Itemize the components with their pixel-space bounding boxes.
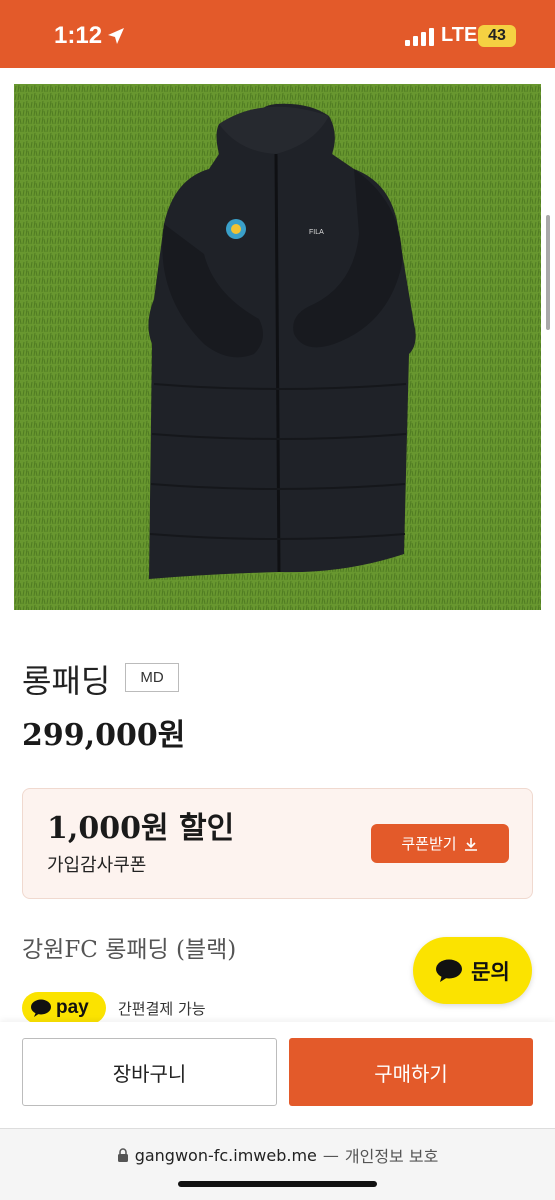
home-indicator[interactable]	[178, 1181, 377, 1187]
inquiry-label: 문의	[471, 959, 510, 984]
svg-text:FILA: FILA	[309, 229, 324, 236]
url-domain: gangwon-fc.imweb.me	[134, 1145, 317, 1165]
network-type: LTE	[441, 24, 478, 46]
product-title: 롱패딩	[22, 662, 111, 700]
coupon-button-label: 쿠폰받기	[401, 835, 457, 853]
coupon-card: 1,000원 할인 가입감사쿠폰 쿠폰받기	[22, 788, 533, 899]
status-time: 1:12	[54, 22, 103, 49]
cellular-signal-icon	[405, 28, 434, 46]
url-separator: —	[322, 1145, 339, 1165]
status-bar: 1:12 LTE 43	[0, 0, 555, 68]
download-coupon-button[interactable]: 쿠폰받기	[371, 824, 509, 863]
bottom-action-bar: 장바구니 구매하기	[0, 1022, 555, 1128]
md-badge: MD	[125, 663, 179, 692]
coupon-description: 가입감사쿠폰	[47, 855, 147, 876]
lock-icon	[117, 1147, 128, 1162]
inquiry-button[interactable]: 문의	[413, 937, 532, 1004]
product-price: 299,000원	[22, 718, 186, 753]
privacy-label: 개인정보 보호	[344, 1147, 439, 1166]
black-long-padded-jacket-photo-icon: FILA	[14, 84, 541, 610]
battery-indicator: 43	[478, 25, 516, 47]
browser-url-bar[interactable]: gangwon-fc.imweb.me — 개인정보 보호	[0, 1128, 555, 1200]
kakao-pay-badge: pay	[22, 992, 106, 1024]
speech-bubble-icon	[31, 999, 51, 1017]
pay-badge-label: pay	[56, 997, 89, 1018]
product-image: FILA	[14, 84, 541, 610]
add-to-cart-button[interactable]: 장바구니	[22, 1038, 277, 1106]
pay-description: 간편결제 가능	[118, 1000, 206, 1018]
url-row[interactable]: gangwon-fc.imweb.me — 개인정보 보호	[0, 1143, 555, 1167]
page-scrollbar[interactable]	[546, 215, 550, 330]
chat-bubble-icon	[436, 959, 463, 982]
location-arrow-icon	[108, 28, 124, 44]
download-icon	[464, 837, 477, 851]
coupon-amount: 1,000원 할인	[47, 811, 235, 846]
buy-now-button[interactable]: 구매하기	[289, 1038, 533, 1106]
product-subtitle: 강원FC 롱패딩 (블랙)	[22, 937, 237, 963]
